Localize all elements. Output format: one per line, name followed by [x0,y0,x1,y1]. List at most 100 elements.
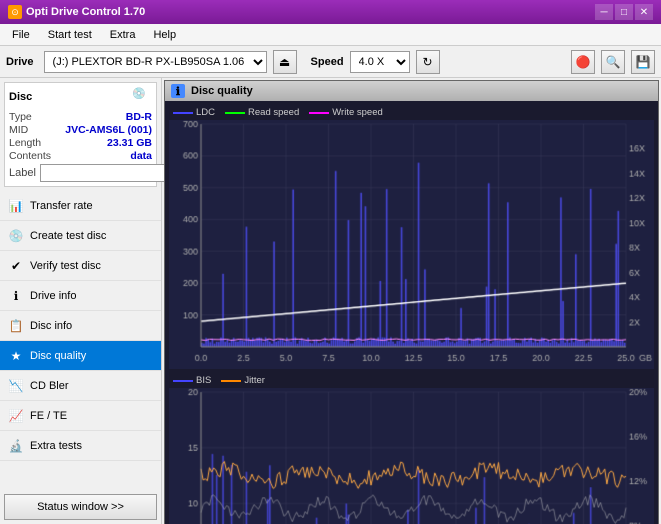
bis-legend-dot [173,380,193,382]
content-area: ℹ Disc quality LDC Read speed [162,78,661,524]
chart2-container: BIS Jitter [169,373,654,524]
chart1-area [169,120,654,369]
type-value: BD-R [126,111,152,123]
menu-item-extra[interactable]: Extra [102,27,144,43]
app-title: Opti Drive Control 1.70 [26,6,145,18]
contents-label: Contents [9,150,51,162]
refresh-button[interactable]: ↻ [416,50,440,74]
minimize-button[interactable]: ─ [595,4,613,20]
disc-panel: Disc 💿 Type BD-R MID JVC-AMS6L (001) Len… [4,82,157,187]
nav-item-drive-info-label: Drive info [30,290,76,302]
nav-item-verify-test-label: Verify test disc [30,260,101,272]
nav-item-cd-bler[interactable]: 📉 CD Bler [0,371,161,401]
nav-item-create-test[interactable]: 💿 Create test disc [0,221,161,251]
disc-panel-title: Disc [9,91,32,103]
create-test-icon: 💿 [8,228,24,244]
write-legend-dot [309,112,329,114]
drive-select[interactable]: (J:) PLEXTOR BD-R PX-LB950SA 1.06 [44,51,267,73]
speed-select[interactable]: 4.0 X [350,51,410,73]
contents-value: data [130,150,152,162]
legend-jitter: Jitter [221,375,265,386]
scan-button[interactable]: 🔍 [601,50,625,74]
nav-item-disc-info-label: Disc info [30,320,72,332]
type-label: Type [9,111,32,123]
quality-title: Disc quality [191,85,253,97]
disc-contents-row: Contents data [9,150,152,162]
nav-item-transfer-rate-label: Transfer rate [30,200,93,212]
ldc-legend-label: LDC [196,107,215,118]
close-button[interactable]: ✕ [635,4,653,20]
bis-legend-label: BIS [196,375,211,386]
disc-icon: 💿 [132,87,152,107]
main-layout: Disc 💿 Type BD-R MID JVC-AMS6L (001) Len… [0,78,661,524]
nav-item-create-test-label: Create test disc [30,230,106,242]
nav-item-fe-te-label: FE / TE [30,410,67,422]
chart1-legend: LDC Read speed Write speed [169,105,654,120]
disc-mid-row: MID JVC-AMS6L (001) [9,124,152,136]
bis-chart [169,388,654,524]
read-legend-dot [225,112,245,114]
burn-button[interactable]: 🔴 [571,50,595,74]
disc-panel-header: Disc 💿 [9,87,152,107]
nav-item-extra-tests[interactable]: 🔬 Extra tests [0,431,161,461]
nav-item-extra-tests-label: Extra tests [30,440,82,452]
mid-label: MID [9,124,28,136]
jitter-legend-label: Jitter [244,375,265,386]
menu-item-start-test[interactable]: Start test [40,27,100,43]
title-bar: ⊙ Opti Drive Control 1.70 ─ □ ✕ [0,0,661,24]
chart1-container: LDC Read speed Write speed [169,105,654,369]
nav-item-disc-quality-label: Disc quality [30,350,86,362]
write-legend-label: Write speed [332,107,383,118]
title-bar-left: ⊙ Opti Drive Control 1.70 [8,5,145,19]
drive-toolbar: Drive (J:) PLEXTOR BD-R PX-LB950SA 1.06 … [0,46,661,78]
cd-bler-icon: 📉 [8,378,24,394]
quality-header-icon: ℹ [171,84,185,98]
legend-write: Write speed [309,107,383,118]
maximize-button[interactable]: □ [615,4,633,20]
menu-item-file[interactable]: File [4,27,38,43]
disc-info-icon: 📋 [8,318,24,334]
disc-length-row: Length 23.31 GB [9,137,152,149]
title-bar-controls: ─ □ ✕ [595,4,653,20]
fe-te-icon: 📈 [8,408,24,424]
length-value: 23.31 GB [107,137,152,149]
extra-tests-icon: 🔬 [8,438,24,454]
nav-item-drive-info[interactable]: ℹ Drive info [0,281,161,311]
label-input[interactable] [40,164,178,182]
disc-quality-icon: ★ [8,348,24,364]
speed-label: Speed [311,56,344,68]
disc-type-row: Type BD-R [9,111,152,123]
jitter-legend-dot [221,380,241,382]
nav-item-disc-info[interactable]: 📋 Disc info [0,311,161,341]
drive-label: Drive [6,56,34,68]
read-legend-label: Read speed [248,107,299,118]
nav-items: 📊 Transfer rate 💿 Create test disc ✔ Ver… [0,191,161,461]
nav-item-disc-quality[interactable]: ★ Disc quality [0,341,161,371]
ldc-legend-dot [173,112,193,114]
app-icon: ⊙ [8,5,22,19]
mid-value: JVC-AMS6L (001) [65,124,152,136]
nav-item-verify-test[interactable]: ✔ Verify test disc [0,251,161,281]
chart2-area [169,388,654,524]
legend-read: Read speed [225,107,299,118]
transfer-rate-icon: 📊 [8,198,24,214]
chart2-legend: BIS Jitter [169,373,654,388]
eject-button[interactable]: ⏏ [273,50,297,74]
length-label: Length [9,137,41,149]
nav-item-transfer-rate[interactable]: 📊 Transfer rate [0,191,161,221]
disc-label-row: Label ✎ [9,164,152,182]
quality-header: ℹ Disc quality [165,81,658,101]
charts-area: LDC Read speed Write speed [165,101,658,524]
menu-bar: FileStart testExtraHelp [0,24,661,46]
sidebar: Disc 💿 Type BD-R MID JVC-AMS6L (001) Len… [0,78,162,524]
drive-info-icon: ℹ [8,288,24,304]
status-window-button[interactable]: Status window >> [4,494,157,520]
nav-item-fe-te[interactable]: 📈 FE / TE [0,401,161,431]
legend-bis: BIS [173,375,211,386]
disc-quality-panel: ℹ Disc quality LDC Read speed [164,80,659,524]
legend-ldc: LDC [173,107,215,118]
save-button[interactable]: 💾 [631,50,655,74]
menu-item-help[interactable]: Help [145,27,184,43]
verify-test-icon: ✔ [8,258,24,274]
nav-item-cd-bler-label: CD Bler [30,380,69,392]
